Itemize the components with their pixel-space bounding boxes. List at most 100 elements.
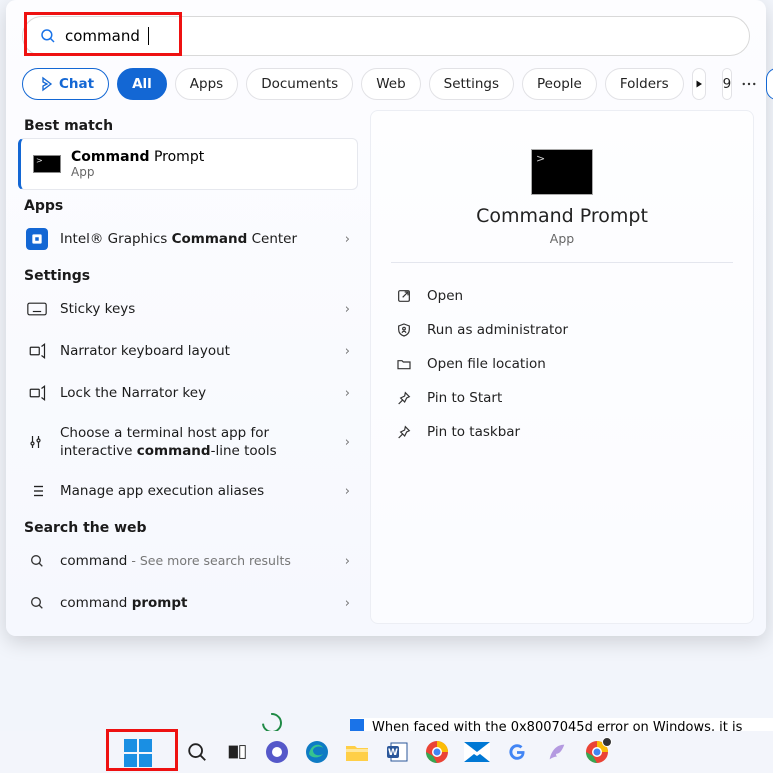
list-item-label: Narrator keyboard layout bbox=[60, 342, 333, 360]
taskbar-edge-icon[interactable] bbox=[304, 739, 330, 765]
tools-icon bbox=[26, 431, 48, 453]
preview-title: Command Prompt bbox=[391, 205, 733, 227]
command-prompt-icon bbox=[33, 155, 61, 173]
filter-apps[interactable]: Apps bbox=[175, 68, 238, 100]
action-label: Pin to taskbar bbox=[427, 424, 520, 440]
list-item-label: command - See more search results bbox=[60, 552, 333, 570]
settings-item-lock-narrator[interactable]: Lock the Narrator key › bbox=[18, 372, 358, 414]
results-column: Best match Command Prompt App Apps Intel… bbox=[18, 110, 358, 624]
action-pin-start[interactable]: Pin to Start bbox=[391, 381, 733, 415]
list-item-label: Lock the Narrator key bbox=[60, 384, 333, 402]
taskbar-google-icon[interactable] bbox=[504, 739, 530, 765]
open-icon bbox=[395, 287, 413, 305]
narrator-icon bbox=[26, 340, 48, 362]
filter-web[interactable]: Web bbox=[361, 68, 420, 100]
best-match-title: Command Prompt bbox=[71, 149, 204, 165]
divider bbox=[391, 262, 733, 263]
preview-subtitle: App bbox=[391, 231, 733, 246]
filter-web-label: Web bbox=[376, 76, 405, 92]
search-icon bbox=[39, 27, 57, 45]
web-item-command-prompt[interactable]: command prompt › bbox=[18, 582, 358, 624]
filter-people[interactable]: People bbox=[522, 68, 597, 100]
chevron-right-icon: › bbox=[345, 435, 350, 450]
bing-chat-icon[interactable] bbox=[766, 68, 773, 100]
badge-count: 9 bbox=[723, 76, 732, 92]
taskbar-word-icon[interactable]: W bbox=[384, 739, 410, 765]
text-cursor bbox=[148, 27, 149, 45]
list-item-label: Choose a terminal host app for interacti… bbox=[60, 424, 333, 460]
best-match-item[interactable]: Command Prompt App bbox=[18, 138, 358, 190]
settings-item-terminal-host[interactable]: Choose a terminal host app for interacti… bbox=[18, 414, 358, 470]
start-button[interactable] bbox=[124, 739, 152, 767]
action-open-location[interactable]: Open file location bbox=[391, 347, 733, 381]
filter-chat[interactable]: Chat bbox=[22, 68, 109, 100]
taskbar-search-icon[interactable] bbox=[184, 739, 210, 765]
taskbar-chrome-alt-icon[interactable] bbox=[584, 739, 610, 765]
filter-folders-label: Folders bbox=[620, 76, 669, 92]
svg-text:W: W bbox=[388, 748, 398, 758]
filter-more-caret[interactable] bbox=[692, 68, 706, 100]
filter-chat-label: Chat bbox=[59, 76, 94, 92]
taskbar: W bbox=[0, 731, 773, 773]
pin-icon bbox=[395, 423, 413, 441]
list-icon bbox=[26, 480, 48, 502]
search-web-header: Search the web bbox=[18, 512, 358, 540]
filter-folders[interactable]: Folders bbox=[605, 68, 684, 100]
narrator-lock-icon bbox=[26, 382, 48, 404]
filter-documents[interactable]: Documents bbox=[246, 68, 353, 100]
list-item-label: command prompt bbox=[60, 594, 333, 612]
search-icon bbox=[26, 550, 48, 572]
taskbar-taskview-icon[interactable] bbox=[224, 739, 250, 765]
taskbar-mail-icon[interactable] bbox=[464, 739, 490, 765]
filter-settings[interactable]: Settings bbox=[429, 68, 514, 100]
windows-search-panel: command Chat All Apps Documents Web Sett… bbox=[6, 0, 766, 636]
shield-icon bbox=[395, 321, 413, 339]
overflow-button[interactable] bbox=[740, 68, 758, 100]
chevron-right-icon: › bbox=[345, 484, 350, 499]
best-match-header: Best match bbox=[18, 110, 358, 138]
keyboard-icon bbox=[26, 298, 48, 320]
folder-icon bbox=[395, 355, 413, 373]
best-match-subtitle: App bbox=[71, 165, 204, 179]
search-query-text: command bbox=[65, 27, 140, 45]
filter-apps-label: Apps bbox=[190, 76, 223, 92]
settings-item-sticky-keys[interactable]: Sticky keys › bbox=[18, 288, 358, 330]
web-item-command[interactable]: command - See more search results › bbox=[18, 540, 358, 582]
taskbar-chrome-icon[interactable] bbox=[424, 739, 450, 765]
chevron-right-icon: › bbox=[345, 596, 350, 611]
notification-badge[interactable]: 9 bbox=[722, 68, 733, 100]
chevron-right-icon: › bbox=[345, 344, 350, 359]
apps-header: Apps bbox=[18, 190, 358, 218]
search-icon bbox=[26, 592, 48, 614]
intel-icon bbox=[26, 228, 48, 250]
action-label: Run as administrator bbox=[427, 322, 568, 338]
taskbar-feather-icon[interactable] bbox=[544, 739, 570, 765]
settings-item-narrator-layout[interactable]: Narrator keyboard layout › bbox=[18, 330, 358, 372]
filter-all[interactable]: All bbox=[117, 68, 167, 100]
chevron-right-icon: › bbox=[345, 232, 350, 247]
filter-row: Chat All Apps Documents Web Settings Peo… bbox=[6, 64, 766, 110]
list-item-label: Manage app execution aliases bbox=[60, 482, 333, 500]
action-label: Open file location bbox=[427, 356, 546, 372]
preview-panel: Command Prompt App Open Run as administr… bbox=[370, 110, 754, 624]
filter-all-label: All bbox=[132, 76, 152, 92]
chevron-right-icon: › bbox=[345, 386, 350, 401]
settings-header: Settings bbox=[18, 260, 358, 288]
taskbar-teams-icon[interactable] bbox=[264, 739, 290, 765]
filter-people-label: People bbox=[537, 76, 582, 92]
filter-documents-label: Documents bbox=[261, 76, 338, 92]
pin-icon bbox=[395, 389, 413, 407]
list-item-label: Sticky keys bbox=[60, 300, 333, 318]
action-pin-taskbar[interactable]: Pin to taskbar bbox=[391, 415, 733, 449]
taskbar-explorer-icon[interactable] bbox=[344, 739, 370, 765]
chevron-right-icon: › bbox=[345, 554, 350, 569]
search-row: command bbox=[6, 0, 766, 64]
apps-item-intel-graphics[interactable]: Intel® Graphics Command Center › bbox=[18, 218, 358, 260]
action-label: Open bbox=[427, 288, 463, 304]
preview-app-icon bbox=[531, 149, 593, 195]
chevron-right-icon: › bbox=[345, 302, 350, 317]
action-run-admin[interactable]: Run as administrator bbox=[391, 313, 733, 347]
settings-item-execution-aliases[interactable]: Manage app execution aliases › bbox=[18, 470, 358, 512]
action-open[interactable]: Open bbox=[391, 279, 733, 313]
search-box[interactable]: command bbox=[22, 16, 750, 56]
